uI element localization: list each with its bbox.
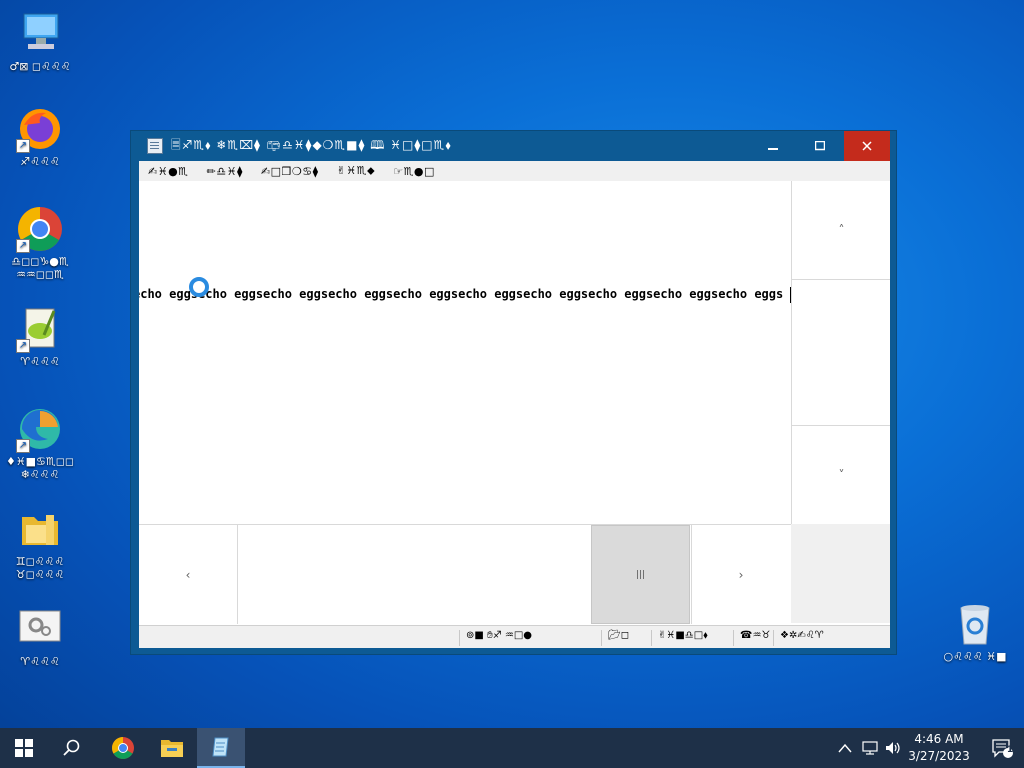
windows-logo-icon [15, 739, 33, 757]
chevron-up-icon [838, 743, 852, 753]
notepad-window: 🗏︎♐︎♏︎⬧︎ ❄︎♏︎⌧︎⧫︎ 📪︎♎︎♓︎⧫︎◆︎❍︎♏︎■⧫︎ 🕮︎ ♓… [130, 130, 897, 655]
minimize-button[interactable] [750, 131, 796, 161]
desktop-icon-label: ♈︎♌︎♌︎♌︎ [20, 655, 60, 668]
status-encoding: ☎︎♒︎♉︎ [733, 630, 771, 646]
shortcut-arrow-icon: ↗ [16, 239, 30, 253]
maximize-button[interactable] [797, 131, 843, 161]
menu-file[interactable]: ✍︎♓︎●♏︎ [139, 165, 198, 178]
desktop-icon-folder[interactable]: ♊︎◻︎♌︎♌︎♌︎ ♉︎◻︎♌︎♌︎♌︎ [0, 505, 80, 581]
notepad-plus-icon: ↗ [16, 305, 64, 353]
menu-edit[interactable]: ✏︎♎︎♓︎⧫︎ [198, 165, 252, 178]
volume-button[interactable] [884, 728, 902, 768]
desktop-icon-label: ♂⊠ ◻︎♌︎♌︎♌︎ [9, 60, 71, 73]
taskbar-notepad[interactable] [197, 728, 245, 768]
show-hidden-icons-button[interactable] [838, 728, 852, 768]
close-icon [862, 141, 872, 151]
scroll-left-button[interactable]: ‹ [139, 525, 238, 624]
menu-format[interactable]: ✍︎□❒︎❍︎♋︎⧫︎ [252, 165, 328, 178]
chevron-right-icon: › [738, 567, 744, 582]
vertical-scrollbar[interactable]: ˄ ˅ [791, 181, 890, 524]
text-editor-area[interactable]: echo eggsecho eggsecho eggsecho eggsecho… [139, 181, 890, 648]
shortcut-arrow-icon: ↗ [16, 139, 30, 153]
status-line-ending: ✌︎♓︎■♎︎□⬧︎ [651, 630, 741, 646]
folder-icon [161, 740, 183, 757]
action-center-button[interactable]: 1 [980, 728, 1024, 768]
desktop-icon-firefox[interactable]: ↗ ♐︎♌︎♌︎♌︎ [0, 105, 80, 168]
chrome-icon [112, 737, 134, 759]
title-bar[interactable]: 🗏︎♐︎♏︎⬧︎ ❄︎♏︎⌧︎⧫︎ 📪︎♎︎♓︎⧫︎◆︎❍︎♏︎■⧫︎ 🕮︎ ♓… [131, 131, 896, 161]
notepad-icon [147, 138, 163, 154]
shortcut-arrow-icon: ↗ [16, 339, 30, 353]
status-extra: ❖✲✍︎♌︎♈︎ [773, 630, 883, 646]
desktop-icon-edge[interactable]: ↗ ♦︎♓︎■♋︎♏︎◻︎◻︎ ❄︎♌︎♌︎♌︎ [0, 405, 80, 481]
network-button[interactable] [862, 728, 880, 768]
desktop-icon-label: ♦︎♓︎■♋︎♏︎◻︎◻︎ ❄︎♌︎♌︎♌︎ [5, 455, 75, 481]
speaker-icon [886, 742, 900, 754]
taskbar-clock[interactable]: 4:46 AM 3/27/2023 [908, 731, 970, 765]
maximize-icon [815, 141, 825, 151]
scrollbar-corner [791, 524, 890, 623]
clock-date: 3/27/2023 [908, 749, 970, 763]
desktop-icon-notepad-plus[interactable]: ↗ ♈︎♌︎♌︎♌︎ [0, 305, 80, 368]
horizontal-scrollbar[interactable]: ‹ ||| › [139, 524, 791, 624]
firefox-icon: ↗ [16, 105, 64, 153]
notification-count-badge: 1 [1006, 745, 1014, 755]
scroll-up-button[interactable]: ˄ [792, 181, 890, 280]
network-icon [862, 741, 878, 755]
folder-icon [16, 505, 64, 553]
status-zoom: 📂︎◻︎ [601, 630, 651, 646]
shortcut-arrow-icon: ↗ [16, 439, 30, 453]
grip-icon: ||| [635, 569, 646, 580]
menu-bar: ✍︎♓︎●♏︎ ✏︎♎︎♓︎⧫︎ ✍︎□❒︎❍︎♋︎⧫︎ ✌︎♓︎♏︎⬥︎ ☞︎… [139, 161, 890, 181]
start-button[interactable] [0, 728, 48, 768]
desktop-icon-label: ♐︎♌︎♌︎♌︎ [20, 155, 60, 168]
busy-cursor-icon [189, 277, 209, 297]
menu-view[interactable]: ✌︎♓︎♏︎⬥︎ [328, 164, 385, 178]
desktop-icon-recycle-bin[interactable]: ○♌︎♌︎♌︎ ♓︎■ [935, 600, 1015, 663]
notepad-icon [212, 737, 229, 757]
search-icon [63, 739, 80, 756]
chrome-icon: ↗ [16, 205, 64, 253]
menu-help[interactable]: ☞︎♏︎●□ [384, 165, 444, 178]
computer-icon [16, 10, 64, 58]
gear-window-icon [16, 605, 64, 653]
status-bar: ⊚■ ✋︎♐︎ ♒︎□● 📂︎◻︎ ✌︎♓︎■♎︎□⬧︎ ☎︎♒︎♉︎ ❖✲✍︎… [139, 625, 890, 648]
status-position: ⊚■ ✋︎♐︎ ♒︎□● [459, 630, 599, 646]
clock-time: 4:46 AM [914, 732, 964, 746]
close-button[interactable] [844, 131, 890, 161]
editor-text-content: echo eggsecho eggsecho eggsecho eggsecho… [139, 287, 784, 301]
scroll-down-button[interactable]: ˅ [792, 425, 890, 524]
recycle-bin-icon [951, 600, 999, 648]
desktop-icon-label: ○♌︎♌︎♌︎ ♓︎■ [943, 650, 1007, 663]
chevron-down-icon: ˅ [838, 468, 845, 482]
taskbar-file-explorer[interactable] [148, 728, 196, 768]
minimize-icon [768, 148, 778, 150]
horizontal-scroll-thumb[interactable]: ||| [591, 525, 690, 624]
desktop-icon-label: ♈︎♌︎♌︎♌︎ [20, 355, 60, 368]
taskbar-chrome[interactable] [99, 728, 147, 768]
chevron-left-icon: ‹ [185, 567, 191, 582]
scroll-right-button[interactable]: › [691, 525, 790, 624]
desktop-icon-label: ♊︎◻︎♌︎♌︎♌︎ ♉︎◻︎♌︎♌︎♌︎ [15, 555, 65, 581]
editor-text[interactable]: echo eggsecho eggsecho eggsecho eggsecho… [139, 287, 790, 303]
taskbar: 4:46 AM 3/27/2023 1 [0, 728, 1024, 768]
desktop-icon-this-pc[interactable]: ♂⊠ ◻︎♌︎♌︎♌︎ [0, 10, 80, 73]
edge-icon: ↗ [16, 405, 64, 453]
chevron-up-icon: ˄ [838, 223, 845, 237]
desktop-icon-chrome[interactable]: ↗ ♎︎◻︎◻︎♑︎●♏︎ ♒︎♒︎◻︎◻︎♏︎ [0, 205, 80, 281]
desktop-icon-label: ♎︎◻︎◻︎♑︎●♏︎ ♒︎♒︎◻︎◻︎♏︎ [11, 255, 69, 281]
window-title: 🗏︎♐︎♏︎⬧︎ ❄︎♏︎⌧︎⧫︎ 📪︎♎︎♓︎⧫︎◆︎❍︎♏︎■⧫︎ 🕮︎ ♓… [171, 137, 452, 152]
desktop-icon-settings-app[interactable]: ♈︎♌︎♌︎♌︎ [0, 605, 80, 668]
search-button[interactable] [48, 728, 96, 768]
